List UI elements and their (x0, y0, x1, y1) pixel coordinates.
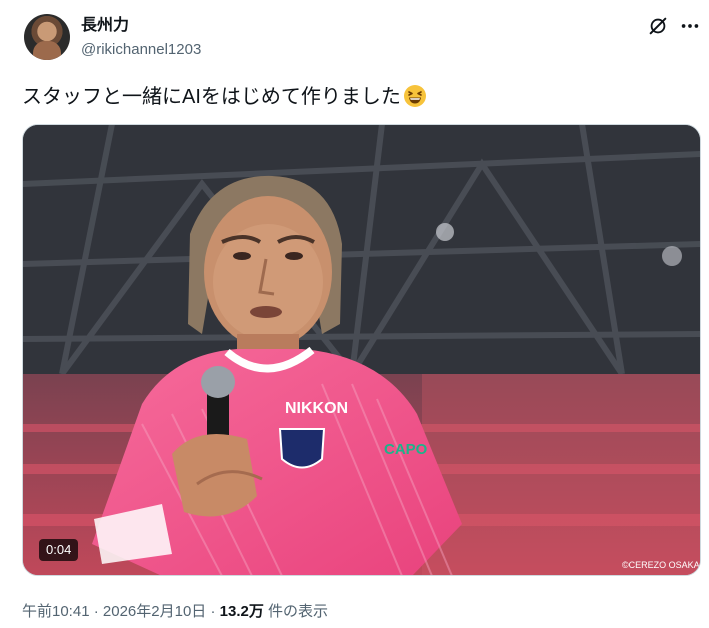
tweet-meta: 午前10:41 · 2026年2月10日 · 13.2万 件の表示 (22, 600, 328, 621)
views-label: 件の表示 (263, 603, 329, 620)
display-name[interactable]: 長州力 (81, 16, 129, 36)
tweet-text: スタッフと一緒にAIをはじめて作りました (22, 84, 427, 110)
sleeve-sponsor-text: CAPO (384, 441, 428, 458)
post-time[interactable]: 午前10:41 (22, 603, 90, 620)
tweet-body: スタッフと一緒にAIをはじめて作りました (22, 86, 401, 108)
video-player[interactable]: NIKKON CAPO ©CEREZO OSAKA (22, 124, 701, 576)
meta-separator: · (206, 603, 220, 620)
jersey-sponsor-text: NIKKON (285, 400, 348, 417)
more-dots-icon[interactable] (679, 15, 701, 37)
meta-separator: · (89, 603, 103, 620)
post-date[interactable]: 2026年2月10日 (103, 603, 206, 620)
avatar-figure (33, 41, 61, 60)
handle[interactable]: @rikichannel1203 (81, 41, 201, 59)
video-watermark: ©CEREZO OSAKA (622, 560, 700, 570)
views-count: 13.2万 (219, 603, 264, 620)
grok-icon[interactable] (647, 15, 669, 37)
video-duration-badge: 0:04 (39, 539, 79, 561)
grinning-squinting-face-emoji (403, 85, 426, 107)
video-frame: NIKKON CAPO ©CEREZO OSAKA (23, 125, 700, 575)
avatar[interactable] (24, 14, 70, 60)
